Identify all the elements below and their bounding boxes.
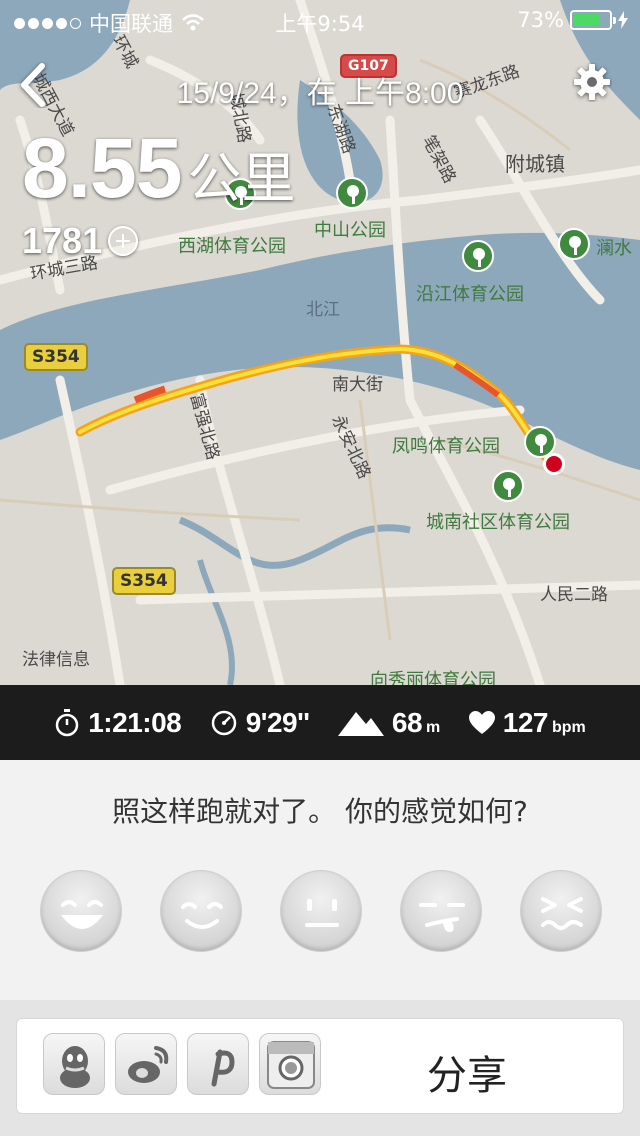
status-bar: 中国联通 上午9:54 73%: [0, 0, 640, 40]
heart-icon: [468, 710, 495, 734]
heart-rate-value: 127: [502, 706, 549, 738]
feeling-options: [40, 870, 602, 952]
gear-icon[interactable]: [572, 62, 612, 102]
map-park-label: 澜水: [596, 238, 632, 259]
feeling-question: 照这样跑就对了。 你的感觉如何?: [112, 795, 528, 828]
speedometer-icon: [211, 710, 236, 735]
park-icon: [558, 228, 590, 260]
qq-icon[interactable]: [43, 1033, 105, 1095]
elevation-unit: m: [426, 718, 441, 736]
map-river-label: 北江: [306, 300, 340, 320]
battery-percent: 73%: [517, 8, 564, 32]
distance-value: 8.55: [22, 121, 182, 215]
share-button[interactable]: 分享: [367, 1043, 567, 1101]
stat-heart-rate: 127 bpm: [468, 706, 586, 739]
distance-unit: 公里: [187, 147, 296, 210]
elevation-value: 68: [391, 706, 423, 738]
map-park-label: 城南社区体育公园: [426, 512, 570, 533]
stat-pace: 9'29'': [210, 707, 310, 739]
park-icon: [336, 177, 368, 209]
feeling-bad-icon[interactable]: [520, 870, 602, 952]
map-road-label: 人民二路: [540, 585, 608, 605]
distance-display: 8.55 公里: [22, 120, 296, 217]
share-bar: 分享: [16, 1018, 624, 1114]
pinterest-icon[interactable]: [187, 1033, 249, 1095]
map-park-label: 向秀丽体育公园: [370, 670, 496, 685]
battery-icon: [570, 10, 616, 30]
feeling-neutral-icon[interactable]: [280, 870, 362, 952]
park-icon: [492, 470, 524, 502]
map-legal-link[interactable]: 法律信息: [22, 645, 90, 670]
fuel-display: 1781: [22, 220, 139, 262]
mountain-icon: [337, 711, 384, 736]
road-shield-s354: S354: [24, 343, 88, 371]
weibo-icon[interactable]: [115, 1033, 177, 1095]
share-section: 分享: [0, 1000, 640, 1136]
map-park-label: 中山公园: [314, 220, 386, 241]
fuel-value: 1781: [22, 220, 103, 261]
map-park-label: 西湖体育公园: [178, 236, 286, 257]
park-icon: [462, 240, 494, 272]
map-park-label: 凤鸣体育公园: [392, 436, 500, 457]
stat-elevation: 68 m: [337, 706, 441, 739]
feeling-meh-icon[interactable]: [400, 870, 482, 952]
pace-value: 9'29'': [245, 706, 310, 738]
stat-duration: 1:21:08: [54, 706, 182, 739]
stats-bar: 1:21:08 9'29'' 68 m 127 bpm: [0, 685, 640, 760]
heart-rate-unit: bpm: [551, 718, 586, 736]
feeling-good-icon[interactable]: [160, 870, 242, 952]
feeling-great-icon[interactable]: [40, 870, 122, 952]
charging-icon: [618, 11, 628, 29]
instagram-icon[interactable]: [259, 1033, 321, 1095]
feeling-section: 照这样跑就对了。 你的感觉如何?: [0, 760, 640, 1000]
park-icon: [524, 426, 556, 458]
road-shield-s354: S354: [112, 567, 176, 595]
add-circle-icon[interactable]: [108, 226, 139, 256]
duration-value: 1:21:08: [88, 706, 182, 738]
run-date: 15/9/24，在 上午8:00: [176, 77, 464, 110]
map-park-label: 沿江体育公园: [416, 284, 524, 305]
map-road-label: 南大街: [332, 375, 383, 395]
map-town-label: 附城镇: [505, 152, 565, 176]
battery-status: 73%: [517, 8, 628, 32]
stopwatch-icon: [55, 708, 79, 736]
